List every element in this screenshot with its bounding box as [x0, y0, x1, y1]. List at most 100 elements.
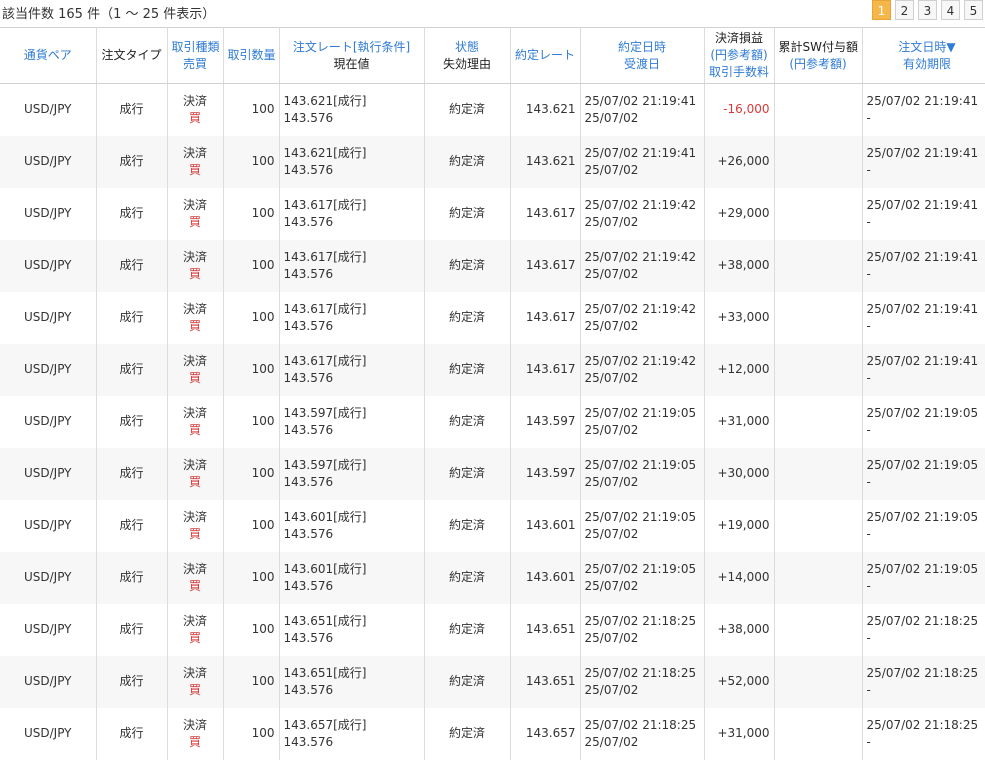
cell-order-datetime: 25/07/02 21:19:41-	[862, 84, 985, 136]
page-4-button[interactable]: 4	[941, 0, 960, 20]
cell-exec-datetime: 25/07/02 21:19:0525/07/02	[580, 552, 704, 604]
expiry: -	[867, 214, 985, 231]
side-label: 買	[172, 370, 219, 387]
order-rate: 143.621[成行]	[284, 145, 420, 162]
col-header-order-type: 注文タイプ	[96, 28, 167, 84]
table-row[interactable]: USD/JPY成行決済買100143.617[成行]143.576約定済143.…	[0, 240, 985, 292]
cell-trade-kind: 決済買	[167, 292, 223, 344]
cell-exec-rate: 143.651	[510, 656, 580, 708]
settle-date: 25/07/02	[585, 682, 700, 699]
table-row[interactable]: USD/JPY成行決済買100143.601[成行]143.576約定済143.…	[0, 500, 985, 552]
cell-rate: 143.601[成行]143.576	[279, 500, 424, 552]
cell-trade-kind: 決済買	[167, 136, 223, 188]
order-datetime: 25/07/02 21:19:41	[867, 145, 985, 162]
exec-datetime: 25/07/02 21:19:41	[585, 145, 700, 162]
settle-date: 25/07/02	[585, 630, 700, 647]
current-rate: 143.576	[284, 318, 420, 335]
col-header-order-datetime[interactable]: 注文日時▼有効期限	[862, 28, 985, 84]
cell-order-datetime: 25/07/02 21:19:41-	[862, 136, 985, 188]
order-datetime: 25/07/02 21:18:25	[867, 665, 985, 682]
order-rate: 143.597[成行]	[284, 457, 420, 474]
cell-qty: 100	[223, 656, 279, 708]
cell-qty: 100	[223, 136, 279, 188]
cell-exec-datetime: 25/07/02 21:19:4225/07/02	[580, 188, 704, 240]
cell-pair: USD/JPY	[0, 552, 96, 604]
table-row[interactable]: USD/JPY成行決済買100143.601[成行]143.576約定済143.…	[0, 552, 985, 604]
table-row[interactable]: USD/JPY成行決済買100143.651[成行]143.576約定済143.…	[0, 604, 985, 656]
cell-rate: 143.601[成行]143.576	[279, 552, 424, 604]
table-row[interactable]: USD/JPY成行決済買100143.657[成行]143.576約定済143.…	[0, 708, 985, 760]
cell-pair: USD/JPY	[0, 448, 96, 500]
cell-trade-kind: 決済買	[167, 552, 223, 604]
cell-exec-datetime: 25/07/02 21:19:0525/07/02	[580, 448, 704, 500]
cell-qty: 100	[223, 84, 279, 136]
cell-rate: 143.651[成行]143.576	[279, 604, 424, 656]
table-row[interactable]: USD/JPY成行決済買100143.621[成行]143.576約定済143.…	[0, 136, 985, 188]
cell-swap	[774, 708, 862, 760]
exec-datetime: 25/07/02 21:19:42	[585, 301, 700, 318]
table-row[interactable]: USD/JPY成行決済買100143.617[成行]143.576約定済143.…	[0, 292, 985, 344]
cell-trade-kind: 決済買	[167, 240, 223, 292]
page-5-button[interactable]: 5	[964, 0, 983, 20]
table-row[interactable]: USD/JPY成行決済買100143.621[成行]143.576約定済143.…	[0, 84, 985, 136]
order-datetime: 25/07/02 21:19:05	[867, 561, 985, 578]
table-row[interactable]: USD/JPY成行決済買100143.597[成行]143.576約定済143.…	[0, 396, 985, 448]
cell-rate: 143.597[成行]143.576	[279, 396, 424, 448]
expiry: -	[867, 734, 985, 751]
cell-order-type: 成行	[96, 552, 167, 604]
cell-pl: +12,000	[704, 344, 774, 396]
expiry: -	[867, 162, 985, 179]
cell-order-datetime: 25/07/02 21:19:41-	[862, 344, 985, 396]
side-label: 買	[172, 734, 219, 751]
settle-date: 25/07/02	[585, 110, 700, 127]
page-1-button[interactable]: 1	[872, 0, 891, 20]
order-rate: 143.601[成行]	[284, 509, 420, 526]
col-header-swap[interactable]: 累計SW付与額(円参考額)	[774, 28, 862, 84]
col-header-pair[interactable]: 通貨ペア	[0, 28, 96, 84]
cell-trade-kind: 決済買	[167, 188, 223, 240]
page-2-button[interactable]: 2	[895, 0, 914, 20]
current-rate: 143.576	[284, 162, 420, 179]
cell-exec-rate: 143.621	[510, 84, 580, 136]
table-row[interactable]: USD/JPY成行決済買100143.617[成行]143.576約定済143.…	[0, 344, 985, 396]
cell-pl: +19,000	[704, 500, 774, 552]
cell-status: 約定済	[424, 708, 510, 760]
trade-kind-label: 決済	[172, 353, 219, 370]
side-label: 買	[172, 526, 219, 543]
current-rate: 143.576	[284, 370, 420, 387]
current-rate: 143.576	[284, 578, 420, 595]
col-header-status[interactable]: 状態失効理由	[424, 28, 510, 84]
col-header-rate[interactable]: 注文レート[執行条件]現在値	[279, 28, 424, 84]
cell-order-datetime: 25/07/02 21:19:05-	[862, 552, 985, 604]
order-rate: 143.617[成行]	[284, 249, 420, 266]
col-header-exec-datetime[interactable]: 約定日時受渡日	[580, 28, 704, 84]
table-row[interactable]: USD/JPY成行決済買100143.617[成行]143.576約定済143.…	[0, 188, 985, 240]
cell-swap	[774, 656, 862, 708]
side-label: 買	[172, 422, 219, 439]
col-header-pl[interactable]: 決済損益(円参考額)取引手数料	[704, 28, 774, 84]
cell-exec-datetime: 25/07/02 21:18:2525/07/02	[580, 656, 704, 708]
page-3-button[interactable]: 3	[918, 0, 937, 20]
col-header-qty[interactable]: 取引数量	[223, 28, 279, 84]
cell-pl: +29,000	[704, 188, 774, 240]
table-row[interactable]: USD/JPY成行決済買100143.651[成行]143.576約定済143.…	[0, 656, 985, 708]
cell-order-datetime: 25/07/02 21:19:05-	[862, 448, 985, 500]
cell-qty: 100	[223, 396, 279, 448]
cell-rate: 143.617[成行]143.576	[279, 344, 424, 396]
order-datetime: 25/07/02 21:19:41	[867, 301, 985, 318]
cell-exec-rate: 143.617	[510, 240, 580, 292]
cell-pair: USD/JPY	[0, 604, 96, 656]
cell-exec-rate: 143.617	[510, 188, 580, 240]
trade-kind-label: 決済	[172, 197, 219, 214]
table-row[interactable]: USD/JPY成行決済買100143.597[成行]143.576約定済143.…	[0, 448, 985, 500]
cell-swap	[774, 396, 862, 448]
col-header-trade-kind[interactable]: 取引種類売買	[167, 28, 223, 84]
current-rate: 143.576	[284, 214, 420, 231]
col-header-exec-rate[interactable]: 約定レート	[510, 28, 580, 84]
order-rate: 143.617[成行]	[284, 301, 420, 318]
trade-kind-label: 決済	[172, 145, 219, 162]
current-rate: 143.576	[284, 682, 420, 699]
cell-exec-datetime: 25/07/02 21:19:4225/07/02	[580, 292, 704, 344]
order-datetime: 25/07/02 21:19:41	[867, 249, 985, 266]
cell-exec-rate: 143.597	[510, 448, 580, 500]
